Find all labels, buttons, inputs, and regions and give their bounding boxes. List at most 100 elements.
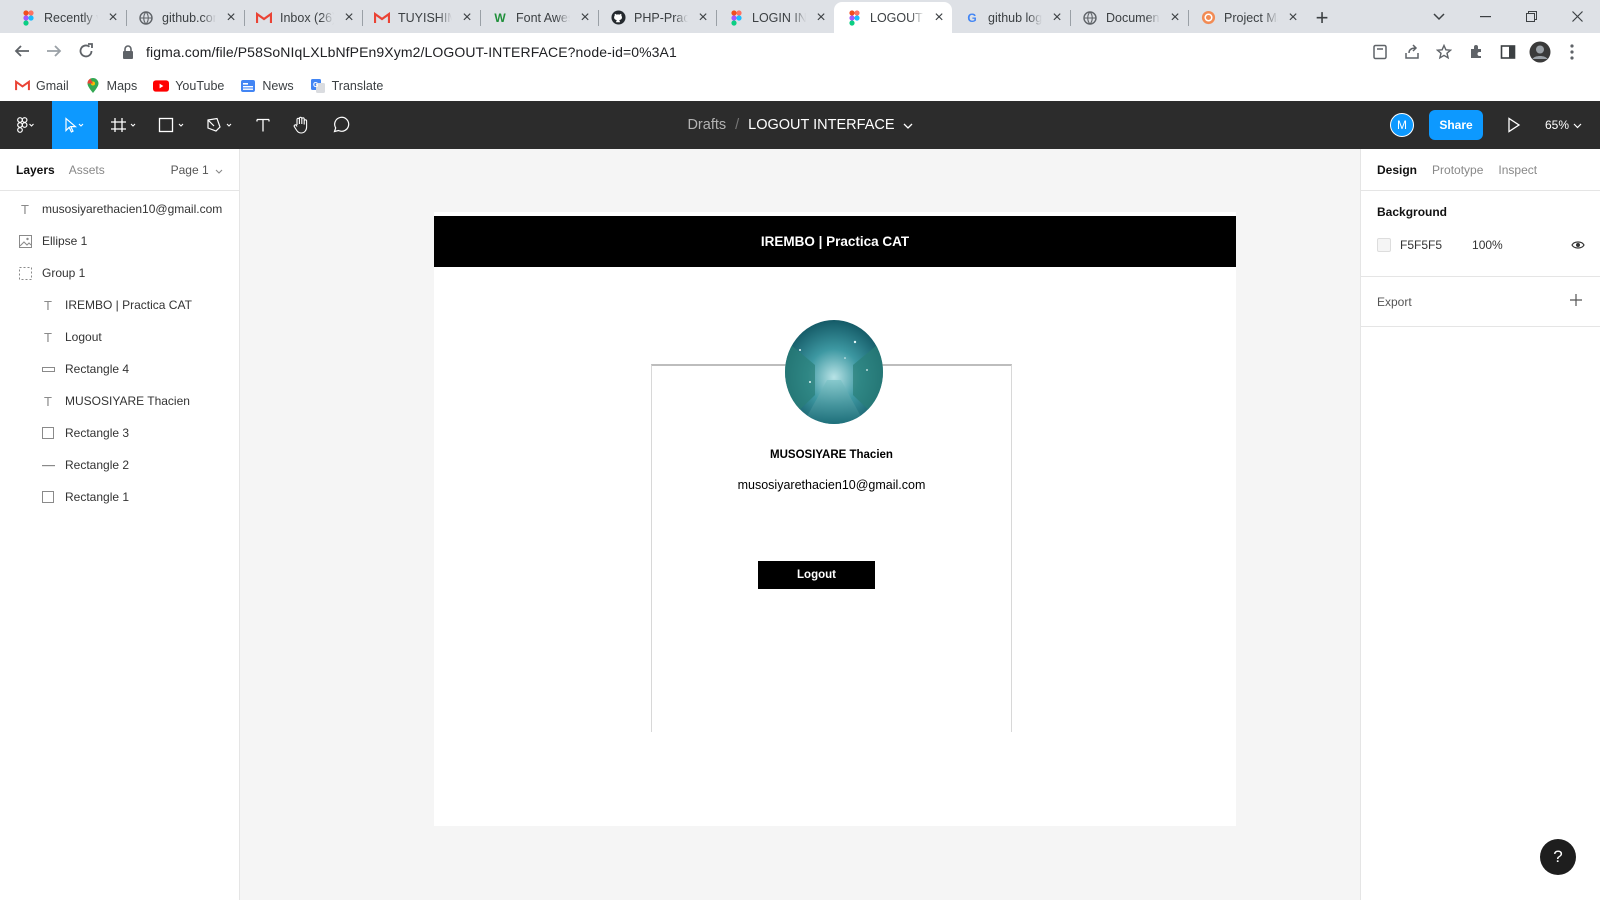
browser-toolbar: figma.com/file/P58SoNIqLXLbNfPEn9Xym2/LO… [0,33,1600,70]
tab-project-management[interactable]: Project Management × [1188,2,1306,33]
tab-design[interactable]: Design [1377,163,1417,177]
tab-github-login[interactable]: G github login × [952,2,1070,33]
eye-icon[interactable] [1571,239,1585,253]
layer-item[interactable]: T IREMBO | Practica CAT [0,289,239,321]
comment-tool-icon[interactable] [326,101,356,149]
bookmark-maps[interactable]: Maps [85,77,138,94]
layer-name: Rectangle 4 [65,362,130,376]
close-icon[interactable]: × [814,9,828,25]
close-icon[interactable]: × [932,9,946,25]
help-button[interactable]: ? [1540,839,1576,875]
logout-frame[interactable]: IREMBO | Practica CAT MUSOSIYARE Thacien… [434,212,1236,826]
layer-item[interactable]: Rectangle 3 [0,417,239,449]
layer-item[interactable]: Rectangle 4 [0,353,239,385]
design-canvas[interactable]: IREMBO | Practica CAT MUSOSIYARE Thacien… [240,149,1360,900]
background-section: Background F5F5F5 100% [1361,191,1600,277]
restore-icon[interactable] [1508,0,1554,33]
tab-inspect[interactable]: Inspect [1498,163,1537,177]
export-section: Export [1361,277,1600,327]
header-bar[interactable]: IREMBO | Practica CAT [434,216,1236,267]
bookmark-gmail[interactable]: Gmail [14,78,69,94]
bookmark-label: Maps [106,78,138,93]
layer-item[interactable]: Rectangle 2 [0,449,239,481]
globe-icon [138,10,154,26]
profile-avatar[interactable] [1524,36,1556,68]
text-tool-icon[interactable] [248,101,278,149]
tab-assets[interactable]: Assets [69,163,105,177]
layer-item[interactable]: T musosiyarethacien10@gmail.com [0,193,239,225]
tab-github[interactable]: github.com × [126,2,244,33]
bookmark-star-icon[interactable] [1428,36,1460,68]
move-tool-icon[interactable] [52,101,98,149]
drafts-link[interactable]: Drafts [687,117,726,133]
side-panel-icon[interactable] [1492,36,1524,68]
close-icon[interactable]: × [106,9,120,25]
youtube-icon [153,78,170,94]
user-avatar[interactable]: M [1390,113,1414,137]
close-window-icon[interactable] [1554,0,1600,33]
tab-search-icon[interactable] [1416,0,1462,33]
tab-logout-interface[interactable]: LOGOUT INTERFACE × [834,2,952,33]
share-page-icon[interactable] [1396,36,1428,68]
layer-item[interactable]: T Logout [0,321,239,353]
file-name[interactable]: LOGOUT INTERFACE [748,117,894,133]
tab-inbox[interactable]: Inbox (26) × [244,2,362,33]
bookmark-youtube[interactable]: YouTube [153,78,224,94]
hand-tool-icon[interactable] [286,101,316,149]
tab-recently-viewed[interactable]: Recently viewed × [8,2,126,33]
close-icon[interactable]: × [1168,9,1182,25]
tab-login-interface[interactable]: LOGIN INTERFACE × [716,2,834,33]
profile-picture[interactable] [785,320,883,424]
layer-item[interactable]: Rectangle 1 [0,481,239,513]
present-icon[interactable] [1502,113,1526,137]
add-export-icon[interactable] [1569,293,1583,310]
bookmark-news[interactable]: News [240,78,294,94]
background-opacity[interactable]: 100% [1472,238,1503,252]
tab-tuyishime[interactable]: TUYISHIME × [362,2,480,33]
figma-menu-icon[interactable] [8,101,44,149]
layer-item[interactable]: Ellipse 1 [0,225,239,257]
close-icon[interactable]: × [1286,9,1300,25]
layer-item[interactable]: Group 1 [0,257,239,289]
w-icon: W [494,10,506,25]
close-icon[interactable]: × [1050,9,1064,25]
page-selector[interactable]: Page 1 [171,163,223,177]
user-email[interactable]: musosiyarethacien10@gmail.com [651,478,1012,492]
background-hex[interactable]: F5F5F5 [1400,238,1442,252]
close-icon[interactable]: × [224,9,238,25]
pen-tool-icon[interactable] [202,101,240,149]
extensions-icon[interactable] [1460,36,1492,68]
project-icon [1200,10,1216,26]
tab-label: LOGIN INTERFACE [752,10,806,25]
tab-php-practice[interactable]: PHP-Practice × [598,2,716,33]
chevron-down-icon[interactable] [903,117,913,133]
layer-item[interactable]: T MUSOSIYARE Thacien [0,385,239,417]
user-name[interactable]: MUSOSIYARE Thacien [651,449,1012,461]
frame-tool-icon[interactable] [106,101,144,149]
logout-button[interactable]: Logout [758,561,875,589]
rectangle-tool-icon[interactable] [154,101,192,149]
close-icon[interactable]: × [342,9,356,25]
install-app-icon[interactable] [1364,36,1396,68]
background-fill-row[interactable]: F5F5F5 100% [1377,238,1503,252]
bookmark-label: Gmail [36,78,69,93]
close-icon[interactable]: × [460,9,474,25]
forward-icon[interactable] [38,35,70,67]
share-button[interactable]: Share [1429,110,1483,140]
zoom-control[interactable]: 65% [1545,113,1582,137]
back-icon[interactable] [6,35,38,67]
new-tab-button[interactable]: + [1306,2,1338,33]
group-icon [18,266,32,280]
color-swatch[interactable] [1377,238,1391,252]
tab-document[interactable]: Document × [1070,2,1188,33]
close-icon[interactable]: × [696,9,710,25]
close-icon[interactable]: × [578,9,592,25]
address-bar[interactable]: figma.com/file/P58SoNIqLXLbNfPEn9Xym2/LO… [110,36,1440,68]
bookmark-translate[interactable]: G Translate [310,78,383,94]
minimize-icon[interactable] [1462,0,1508,33]
tab-prototype[interactable]: Prototype [1432,163,1483,177]
more-menu-icon[interactable] [1556,36,1588,68]
tab-layers[interactable]: Layers [16,163,55,177]
reload-icon[interactable] [70,35,102,67]
tab-font-awesome[interactable]: W Font Awesome × [480,2,598,33]
